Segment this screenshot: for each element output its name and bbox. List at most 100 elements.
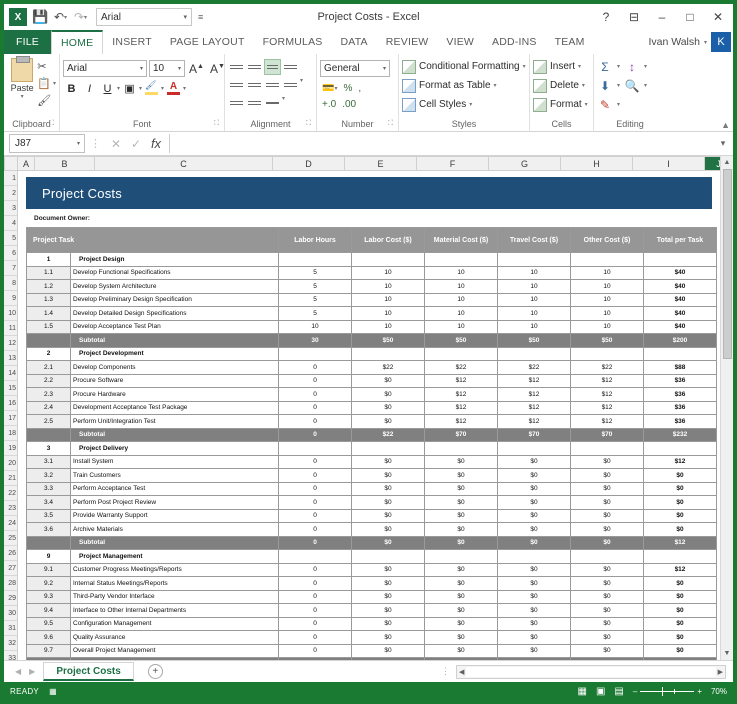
cell-value[interactable]: $0 bbox=[424, 454, 498, 469]
cell-value[interactable]: $0 bbox=[351, 400, 425, 415]
task-id[interactable]: 1.3 bbox=[26, 292, 71, 307]
cell-value[interactable]: $50 bbox=[424, 333, 498, 348]
task-id[interactable]: 1.5 bbox=[26, 319, 71, 334]
task-name[interactable]: Develop Components bbox=[70, 360, 279, 375]
table-row[interactable]: 1.5 Develop Acceptance Test Plan 10 10 10 1… bbox=[26, 319, 717, 334]
cell-value[interactable]: $40 bbox=[643, 265, 717, 280]
table-row[interactable]: 3.5 Provide Warranty Support 0 $0 $0 $0 $0 $0 bbox=[26, 508, 717, 523]
page-break-icon[interactable]: ▤ bbox=[614, 686, 623, 697]
cell-value[interactable]: $0 bbox=[497, 603, 571, 618]
cell-value[interactable]: 10 bbox=[278, 319, 352, 334]
cell-value[interactable]: 0 bbox=[278, 387, 352, 402]
task-id[interactable]: 3.4 bbox=[26, 495, 71, 510]
tab-page-layout[interactable]: PAGE LAYOUT bbox=[161, 30, 254, 54]
next-sheet-icon[interactable]: ▶ bbox=[29, 667, 35, 676]
cell-value[interactable]: $0 bbox=[570, 603, 644, 618]
align-center-button[interactable] bbox=[246, 77, 263, 93]
task-name[interactable]: Procure Hardware bbox=[70, 387, 279, 402]
cell-value[interactable]: $0 bbox=[497, 643, 571, 658]
cell-value[interactable]: $12 bbox=[643, 454, 717, 469]
cell-value[interactable]: $0 bbox=[570, 643, 644, 658]
task-id[interactable]: 2.4 bbox=[26, 400, 71, 415]
align-left-button[interactable] bbox=[228, 77, 245, 93]
table-row[interactable]: 9.3 Third-Party Vendor Interface 0 $0 $0 $0… bbox=[26, 589, 717, 604]
insert-cells-button[interactable]: Insert ▾ bbox=[533, 58, 588, 75]
task-name[interactable]: Third-Party Vendor Interface bbox=[70, 589, 279, 604]
chevron-down-icon[interactable]: ▾ bbox=[617, 63, 620, 70]
orientation-icon[interactable] bbox=[264, 95, 281, 111]
row-header[interactable]: 14 bbox=[4, 366, 18, 381]
subtotal-row[interactable]: Subtotal 30 $50 $50 $50 $50 $200 bbox=[26, 333, 717, 348]
cell-value[interactable]: $22 bbox=[351, 427, 425, 442]
cell-value[interactable]: $0 bbox=[497, 468, 571, 483]
row-header[interactable]: 25 bbox=[4, 531, 18, 546]
tab-formulas[interactable]: FORMULAS bbox=[254, 30, 332, 54]
cell-value[interactable]: $0 bbox=[570, 562, 644, 577]
dialog-launcher-icon[interactable]: ⛶ bbox=[306, 117, 311, 130]
row-header[interactable]: 21 bbox=[4, 471, 18, 486]
task-id[interactable]: 9.7 bbox=[26, 643, 71, 658]
task-name[interactable]: Develop Detailed Design Specifications bbox=[70, 306, 279, 321]
split-handle[interactable]: ⋮ bbox=[441, 666, 456, 677]
cell-value[interactable]: $40 bbox=[643, 319, 717, 334]
account-area[interactable]: Ivan Walsh ▾ K bbox=[648, 30, 733, 54]
cell-value[interactable]: $50 bbox=[570, 333, 644, 348]
cell-value[interactable]: 30 bbox=[278, 333, 352, 348]
scroll-left-icon[interactable]: ◀ bbox=[459, 668, 464, 676]
table-row[interactable]: 2.2 Procure Software 0 $0 $12 $12 $12 $36 bbox=[26, 373, 717, 388]
cell-value[interactable]: $0 bbox=[643, 576, 717, 591]
section-id[interactable]: 2 bbox=[26, 346, 71, 361]
cut-icon[interactable]: ✂ bbox=[37, 59, 56, 74]
cell-value[interactable]: 10 bbox=[570, 306, 644, 321]
cell-value[interactable]: 0 bbox=[278, 576, 352, 591]
table-row[interactable]: 9.6 Quality Assurance 0 $0 $0 $0 $0 $0 bbox=[26, 630, 717, 645]
restore-button[interactable]: □ bbox=[677, 6, 703, 28]
font-size-combo[interactable]: 10 ▾ bbox=[149, 60, 185, 77]
cell-value[interactable]: $0 bbox=[351, 481, 425, 496]
row-header[interactable]: 10 bbox=[4, 306, 18, 321]
cell-value[interactable]: 10 bbox=[424, 279, 498, 294]
cell-value[interactable]: $40 bbox=[643, 292, 717, 307]
task-name[interactable]: Provide Warranty Support bbox=[70, 508, 279, 523]
find-select-icon[interactable]: 🔍 bbox=[624, 79, 640, 93]
task-name[interactable]: Perform Acceptance Test bbox=[70, 481, 279, 496]
percent-style-button[interactable]: % bbox=[341, 80, 354, 96]
chevron-down-icon[interactable]: ▾ bbox=[617, 101, 620, 108]
cell-value[interactable]: 0 bbox=[278, 360, 352, 375]
task-name[interactable]: Develop Preliminary Design Specification bbox=[70, 292, 279, 307]
row-header[interactable]: 30 bbox=[4, 606, 18, 621]
chevron-down-icon[interactable]: ▾ bbox=[300, 77, 303, 93]
sort-filter-icon[interactable]: ↕ bbox=[624, 60, 640, 74]
cell-value[interactable]: 10 bbox=[424, 265, 498, 280]
cell-value[interactable]: $0 bbox=[570, 576, 644, 591]
row-header[interactable]: 7 bbox=[4, 261, 18, 276]
cell-value[interactable]: 10 bbox=[570, 265, 644, 280]
row-header[interactable]: 16 bbox=[4, 396, 18, 411]
cell-value[interactable]: 10 bbox=[351, 279, 425, 294]
row-header[interactable]: 33 bbox=[4, 651, 18, 660]
cell-value[interactable]: $0 bbox=[351, 657, 425, 660]
column-header-h[interactable]: H bbox=[561, 156, 633, 171]
cell-value[interactable]: $0 bbox=[424, 576, 498, 591]
cell-value[interactable]: 10 bbox=[570, 292, 644, 307]
task-name[interactable]: Develop System Architecture bbox=[70, 279, 279, 294]
cell-value[interactable]: $36 bbox=[643, 414, 717, 429]
cell-value[interactable]: $0 bbox=[497, 657, 571, 660]
cell-value[interactable]: $0 bbox=[497, 589, 571, 604]
cell-value[interactable]: $0 bbox=[570, 522, 644, 537]
cell-value[interactable]: 10 bbox=[424, 306, 498, 321]
vertical-scrollbar[interactable]: ▲ ▼ bbox=[720, 156, 733, 660]
cell-value[interactable]: $0 bbox=[351, 603, 425, 618]
cell-value[interactable]: $0 bbox=[643, 495, 717, 510]
cell-value[interactable]: 10 bbox=[351, 265, 425, 280]
row-header[interactable]: 26 bbox=[4, 546, 18, 561]
table-row[interactable]: 1.1 Develop Functional Specifications 51… bbox=[26, 265, 717, 280]
increase-decimal-button[interactable]: +.0 bbox=[320, 96, 338, 112]
chevron-down-icon[interactable]: ▾ bbox=[282, 95, 285, 111]
task-name[interactable]: Interface to Other Internal Departments bbox=[70, 603, 279, 618]
cell-value[interactable]: 0 bbox=[278, 603, 352, 618]
cell-value[interactable]: $0 bbox=[497, 454, 571, 469]
cell-value[interactable]: $0 bbox=[570, 535, 644, 550]
cell-value[interactable]: $0 bbox=[351, 630, 425, 645]
tab-home[interactable]: HOME bbox=[50, 30, 104, 54]
